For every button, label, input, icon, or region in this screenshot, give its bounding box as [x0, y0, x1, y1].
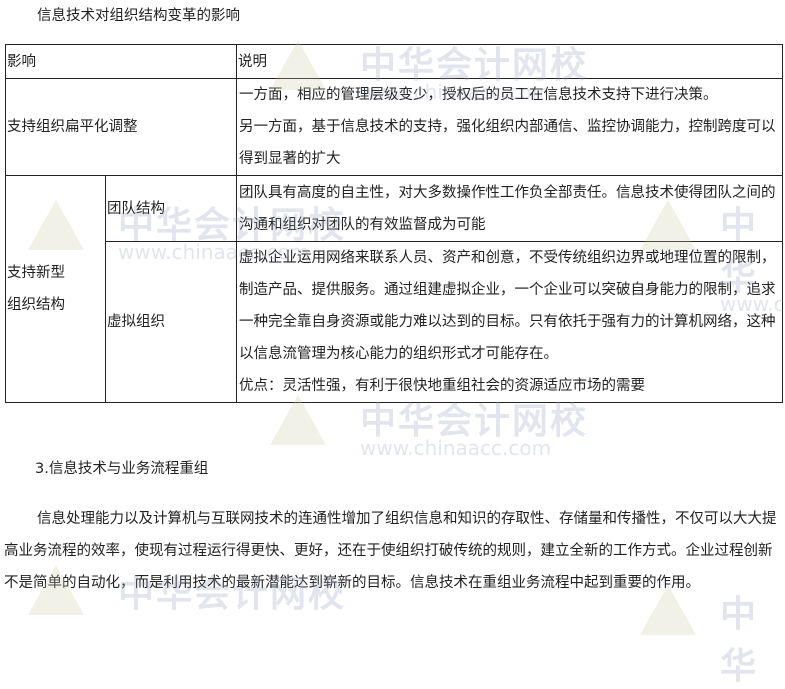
description-cell: 一方面，相应的管理层级变少，授权后的员工在信息技术支持下进行决策。 另一方面，基… [236, 78, 783, 176]
impact-line: 组织结构 [7, 297, 65, 313]
description-cell: 团队具有高度的自主性，对大多数操作性工作负全部责任。信息技术使得团队之间的沟通和… [236, 175, 783, 242]
advantage-text: 优点：灵活性强，有利于很快地重组社会的资源适应市场的需要 [239, 378, 645, 394]
description-line: 另一方面，基于信息技术的支持，强化组织内部通信、监控协调能力，控制跨度可以得到显… [239, 119, 776, 167]
table-row: 支持组织扁平化调整 一方面，相应的管理层级变少，授权后的员工在信息技术支持下进行… [5, 78, 783, 176]
table-header-row: 影响 说明 [5, 44, 783, 79]
body-paragraph: 信息处理能力以及计算机与互联网技术的连通性增加了组织信息和知识的存取性、存储量和… [4, 511, 777, 591]
header-description: 说明 [236, 44, 783, 79]
impact-table: 影响 说明 支持组织扁平化调整 一方面，相应的管理层级变少，授权后的员工在信息技… [5, 44, 783, 403]
impact-cell: 支持新型 组织结构 [5, 175, 106, 403]
impact-cell: 支持组织扁平化调整 [5, 78, 237, 176]
impact-line: 支持新型 [7, 265, 65, 281]
section-heading: 3.信息技术与业务流程重组 [35, 461, 209, 477]
subtype-cell: 团队结构 [105, 175, 237, 242]
table-row: 虚拟组织 虚拟企业运用网络来联系人员、资产和创意，不受传统组织边界或地理位置的限… [6, 241, 783, 403]
table-row: 支持新型 组织结构 团队结构 团队具有高度的自主性，对大多数操作性工作负全部责任… [5, 175, 783, 403]
section-title: 信息技术对组织结构变革的影响 [37, 8, 240, 24]
description-line: 一方面，相应的管理层级变少，授权后的员工在信息技术支持下进行决策。 [239, 87, 718, 103]
description-text: 虚拟企业运用网络来联系人员、资产和创意，不受传统组织边界或地理位置的限制，制造产… [239, 250, 776, 362]
description-cell: 虚拟企业运用网络来联系人员、资产和创意，不受传统组织边界或地理位置的限制，制造产… [236, 241, 783, 403]
subtype-cell: 虚拟组织 [105, 241, 237, 403]
header-impact: 影响 [5, 44, 237, 79]
watermark: 中华 [720, 594, 759, 687]
